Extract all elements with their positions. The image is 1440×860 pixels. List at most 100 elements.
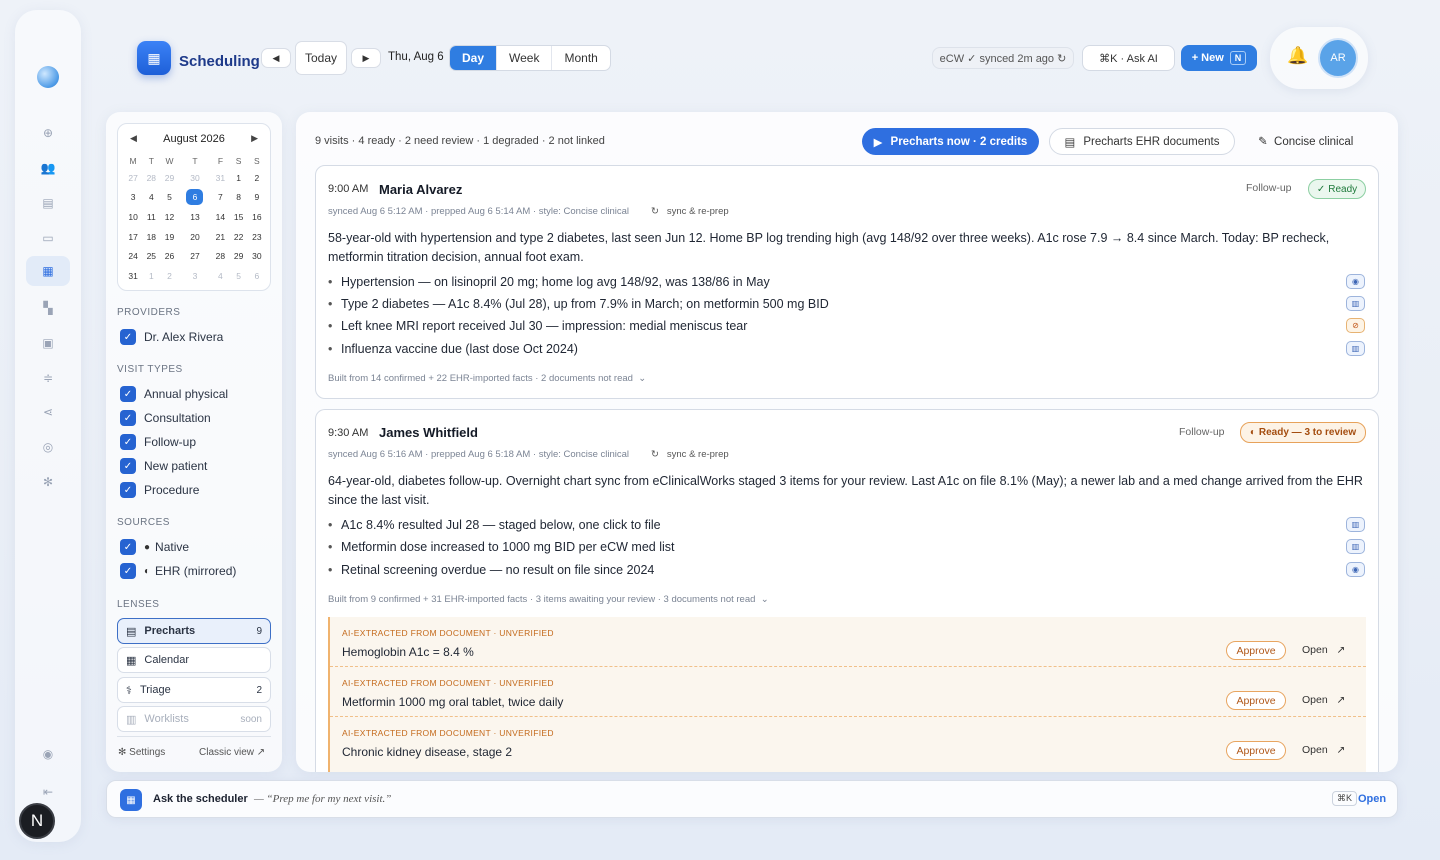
calendar-day[interactable]: 28 — [211, 246, 229, 266]
calendar-day[interactable]: 28 — [142, 168, 160, 188]
lens-calendar[interactable]: ▦ Calendar — [117, 647, 271, 673]
source-checkbox[interactable]: ✓ ◐ EHR (mirrored) — [120, 563, 236, 579]
patients-icon[interactable]: 👥 — [39, 159, 57, 177]
inbox-icon[interactable]: ▭ — [39, 229, 57, 247]
calendar-day[interactable]: 4 — [142, 188, 160, 208]
calendar-day[interactable]: 27 — [179, 246, 212, 266]
source-checkbox[interactable]: ✓ ● Native — [120, 539, 189, 555]
visit-card[interactable]: 9:30 AM James Whitfield synced Aug 6 5:1… — [315, 409, 1379, 772]
lens-precharts[interactable]: ▤ Precharts 9 — [117, 618, 271, 644]
briefcase-icon[interactable]: ▣ — [39, 334, 57, 352]
logout-icon[interactable]: ⇤ — [39, 783, 57, 801]
calendar-day[interactable]: 21 — [211, 227, 229, 247]
checkbox-icon[interactable]: ✓ — [120, 329, 136, 345]
style-selector[interactable]: ✎ Concise clinical — [1258, 134, 1353, 148]
calendar-day[interactable]: 3 — [179, 266, 212, 286]
calendar-day[interactable]: 23 — [248, 227, 266, 247]
calendar-day[interactable]: 30 — [179, 168, 212, 188]
calendar-day[interactable]: 7 — [211, 188, 229, 208]
ask-open-link[interactable]: Open — [1358, 793, 1386, 805]
prev-day-button[interactable]: ◀ — [261, 48, 291, 68]
lens-triage[interactable]: ⚕ Triage 2 — [117, 677, 271, 703]
patient-name[interactable]: Maria Alvarez — [379, 182, 462, 197]
view-day[interactable]: Day — [450, 46, 498, 70]
calendar-day[interactable]: 17 — [124, 227, 142, 247]
calendar-day[interactable]: 27 — [124, 168, 142, 188]
new-button[interactable]: + New N — [1181, 45, 1257, 71]
calendar-day[interactable]: 25 — [142, 246, 160, 266]
sliders-icon[interactable]: ≑ — [39, 369, 57, 387]
calendar-day[interactable]: 2 — [160, 266, 178, 286]
classic-view-link[interactable]: Classic view ↗ — [199, 747, 265, 758]
resync-link[interactable]: ↻ sync & re-prep — [651, 206, 729, 217]
calendar-day[interactable]: 30 — [248, 246, 266, 266]
calendar-day[interactable]: 9 — [248, 188, 266, 208]
visit-type-checkbox[interactable]: ✓ Procedure — [120, 482, 199, 498]
open-link[interactable]: Open ↗ — [1302, 694, 1345, 706]
calendar-day[interactable]: 11 — [142, 207, 160, 227]
calendar-day[interactable]: 2 — [248, 168, 266, 188]
patient-name[interactable]: James Whitfield — [379, 425, 478, 440]
settings-icon[interactable]: ✻ — [39, 473, 57, 491]
calendar-day[interactable]: 18 — [142, 227, 160, 247]
ehr-building-icon[interactable]: ▥ — [1346, 539, 1365, 554]
calendar-day[interactable]: 31 — [124, 266, 142, 286]
provider-checkbox[interactable]: ✓ Dr. Alex Rivera — [120, 329, 223, 345]
open-link[interactable]: Open ↗ — [1302, 744, 1345, 756]
refresh-icon[interactable]: ↻ — [1057, 52, 1066, 65]
chart-icon[interactable]: ▤ — [39, 194, 57, 212]
calendar-day[interactable]: 16 — [248, 207, 266, 227]
checkbox-icon[interactable]: ✓ — [120, 458, 136, 474]
approve-button[interactable]: Approve — [1226, 691, 1286, 710]
calendar-day[interactable]: 15 — [230, 207, 248, 227]
precharts-docs-button[interactable]: ▤ Precharts EHR documents — [1049, 128, 1235, 155]
checkbox-icon[interactable]: ✓ — [120, 539, 136, 555]
open-link[interactable]: Open ↗ — [1302, 644, 1345, 656]
ehr-building-icon[interactable]: ▥ — [1346, 341, 1365, 356]
apps-icon[interactable]: ▚ — [39, 299, 57, 317]
visit-type-checkbox[interactable]: ✓ New patient — [120, 458, 207, 474]
calendar-day[interactable]: 1 — [142, 266, 160, 286]
view-month[interactable]: Month — [552, 46, 609, 70]
calendar-day[interactable]: 10 — [124, 207, 142, 227]
calendar-next-icon[interactable]: ▶ — [251, 133, 258, 144]
calendar-day[interactable]: 3 — [124, 188, 142, 208]
calendar-day[interactable]: 19 — [160, 227, 178, 247]
calendar-day[interactable]: 12 — [160, 207, 178, 227]
calendar-day[interactable]: 4 — [211, 266, 229, 286]
settings-link[interactable]: ✻ Settings — [118, 747, 165, 758]
calendar-day[interactable]: 14 — [211, 207, 229, 227]
today-button[interactable]: Today — [295, 41, 347, 75]
provenance-footer[interactable]: Built from 14 confirmed + 22 EHR-importe… — [328, 373, 646, 384]
verified-icon[interactable]: ◉ — [1346, 562, 1365, 577]
approve-button[interactable]: Approve — [1226, 741, 1286, 760]
checkbox-icon[interactable]: ✓ — [120, 434, 136, 450]
calendar-nav-icon[interactable]: ▦ — [26, 256, 70, 286]
verified-icon[interactable]: ◉ — [1346, 274, 1365, 289]
ehr-building-icon[interactable]: ▥ — [1346, 517, 1365, 532]
approve-button[interactable]: Approve — [1226, 641, 1286, 660]
next-day-button[interactable]: ▶ — [351, 48, 381, 68]
calendar-day[interactable]: 5 — [230, 266, 248, 286]
calendar-day[interactable]: 20 — [179, 227, 212, 247]
ask-ai-button[interactable]: ⌘K · Ask AI — [1082, 45, 1175, 71]
calendar-day[interactable]: 6 — [248, 266, 266, 286]
assistant-orb-icon[interactable] — [37, 66, 59, 88]
checkbox-icon[interactable]: ✓ — [120, 482, 136, 498]
calendar-day[interactable]: 24 — [124, 246, 142, 266]
compass-icon[interactable]: ◎ — [39, 438, 57, 456]
calendar-day[interactable]: 6 — [179, 188, 212, 208]
checkbox-icon[interactable]: ✓ — [120, 410, 136, 426]
visit-type-checkbox[interactable]: ✓ Annual physical — [120, 386, 228, 402]
provenance-footer[interactable]: Built from 9 confirmed + 31 EHR-imported… — [328, 594, 769, 605]
resync-link[interactable]: ↻ sync & re-prep — [651, 449, 729, 460]
calendar-day[interactable]: 22 — [230, 227, 248, 247]
unread-document-icon[interactable]: ⊘ — [1346, 318, 1365, 333]
calendar-day[interactable]: 5 — [160, 188, 178, 208]
precharts-now-button[interactable]: ▶ Precharts now · 2 credits — [862, 128, 1039, 155]
calendar-day[interactable]: 31 — [211, 168, 229, 188]
ask-scheduler-bar[interactable]: ▦ Ask the scheduler — “Prep me for my ne… — [106, 780, 1398, 818]
calendar-day[interactable]: 26 — [160, 246, 178, 266]
visit-card[interactable]: 9:00 AM Maria Alvarez synced Aug 6 5:12 … — [315, 165, 1379, 399]
avatar[interactable]: AR — [1318, 38, 1358, 78]
